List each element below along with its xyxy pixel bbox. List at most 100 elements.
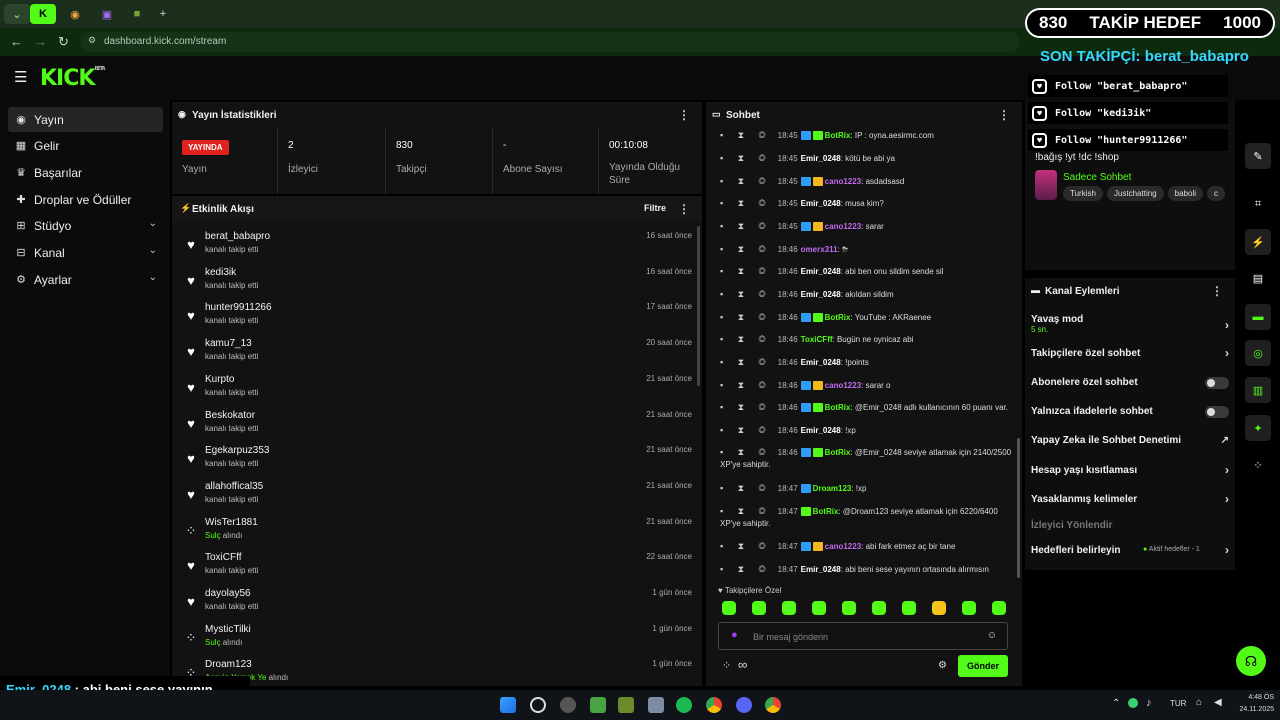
document-icon[interactable]: ▤: [1245, 265, 1271, 291]
tab-kick-icon[interactable]: K: [30, 4, 56, 24]
activity-username[interactable]: Kurpto: [205, 374, 234, 385]
tab-minecraft-icon[interactable]: ■: [124, 4, 150, 24]
url-field[interactable]: ⚙ dashboard.kick.com/stream: [80, 32, 1020, 52]
new-tab-button[interactable]: +: [150, 4, 176, 24]
discord-icon[interactable]: [736, 697, 752, 713]
emoji-icon[interactable]: ☺: [987, 630, 997, 641]
moderation-tools-icon[interactable]: ▪ ⧗ ◎: [720, 564, 772, 574]
age-restriction-item[interactable]: Hesap yaşı kısıtlaması ›: [1031, 463, 1229, 485]
activity-username[interactable]: Beskokator: [205, 410, 255, 421]
chat-username[interactable]: Emir_0248: [801, 154, 841, 163]
moderation-tools-icon[interactable]: ▪ ⧗ ◎: [720, 402, 772, 412]
chrome-icon[interactable]: [765, 697, 781, 713]
chat-username[interactable]: omerx311: [801, 245, 838, 254]
followers-chat-item[interactable]: Takipçilere özel sohbet ›: [1031, 346, 1229, 368]
windows-start-icon[interactable]: [500, 697, 516, 713]
edit-icon[interactable]: ✎: [1245, 143, 1271, 169]
emote-icon[interactable]: [782, 601, 796, 615]
points-icon[interactable]: ⁘: [1245, 452, 1271, 478]
speaker-icon[interactable]: ◀: [1214, 697, 1222, 708]
app-icon[interactable]: [560, 697, 576, 713]
activity-username[interactable]: kamu7_13: [205, 338, 252, 349]
reload-icon[interactable]: ↻: [58, 34, 69, 50]
activity-username[interactable]: Egekarpuz353: [205, 445, 270, 456]
send-button[interactable]: Gönder: [958, 655, 1008, 677]
activity-username[interactable]: hunter9911266: [205, 302, 272, 313]
moderation-tools-icon[interactable]: ▪ ⧗ ◎: [720, 244, 772, 254]
moderation-tools-icon[interactable]: ▪ ⧗ ◎: [720, 483, 772, 493]
site-info-icon[interactable]: ⚙: [88, 35, 96, 46]
forward-icon[interactable]: →: [34, 34, 47, 49]
chat-username[interactable]: BotRix: [825, 313, 851, 322]
crop-icon[interactable]: ⌗: [1245, 191, 1271, 217]
moderation-tools-icon[interactable]: ▪ ⧗ ◎: [720, 176, 772, 186]
search-icon[interactable]: [530, 697, 546, 713]
more-icon[interactable]: ⋮: [678, 202, 690, 216]
emote-icon[interactable]: [992, 601, 1006, 615]
moderation-tools-icon[interactable]: ▪ ⧗ ◎: [720, 153, 772, 163]
chat-username[interactable]: Emir_0248: [801, 426, 841, 435]
slow-mode-item[interactable]: Yavaş mod 5 sn. ›: [1031, 314, 1229, 338]
chat-username[interactable]: cano1223: [825, 177, 861, 186]
emote-icon[interactable]: [962, 601, 976, 615]
sidebar-item-yayin[interactable]: ◉ Yayın: [8, 107, 163, 132]
emote-icon[interactable]: [932, 601, 946, 615]
chevron-up-icon[interactable]: ⌃: [1112, 698, 1120, 709]
chat-username[interactable]: Emir_0248: [801, 565, 841, 574]
chat-username[interactable]: Emir_0248: [801, 290, 841, 299]
moderation-tools-icon[interactable]: ▪ ⧗ ◎: [720, 425, 772, 435]
tab-menu-icon[interactable]: ⌄: [4, 4, 30, 24]
hamburger-menu-icon[interactable]: ☰: [14, 68, 27, 86]
chat-username[interactable]: BotRix: [825, 448, 851, 457]
moderation-tools-icon[interactable]: ▪ ⧗ ◎: [720, 380, 772, 390]
moderation-tools-icon[interactable]: ▪ ⧗ ◎: [720, 506, 772, 516]
tag-chip[interactable]: Turkish: [1063, 186, 1103, 201]
chat-bubble-icon[interactable]: ▬: [1245, 304, 1271, 330]
app-icon[interactable]: [618, 697, 634, 713]
kick-logo[interactable]: KICKBETA: [40, 66, 106, 91]
scrollbar[interactable]: [1017, 438, 1020, 578]
chrome-icon[interactable]: [706, 697, 722, 713]
emote-icon[interactable]: [722, 601, 736, 615]
chat-username[interactable]: BotRix: [825, 131, 851, 140]
chat-username[interactable]: cano1223: [825, 222, 861, 231]
chat-username[interactable]: cano1223: [825, 542, 861, 551]
activity-username[interactable]: berat_babapro: [205, 231, 270, 242]
activity-username[interactable]: kedi3ik: [205, 267, 236, 278]
moderation-tools-icon[interactable]: ▪ ⧗ ◎: [720, 541, 772, 551]
subs-chat-toggle[interactable]: [1205, 377, 1229, 389]
chat-username[interactable]: cano1223: [825, 381, 861, 390]
tab-site-icon[interactable]: ◉: [62, 4, 88, 24]
sidebar-item-droplar[interactable]: ✚ Droplar ve Ödüller: [8, 187, 163, 212]
emote-icon[interactable]: [902, 601, 916, 615]
moderation-tools-icon[interactable]: ▪ ⧗ ◎: [720, 357, 772, 367]
scrollbar[interactable]: [697, 226, 700, 386]
moderation-tools-icon[interactable]: ▪ ⧗ ◎: [720, 334, 772, 344]
lightning-icon[interactable]: ⚡: [1245, 229, 1271, 255]
chat-username[interactable]: ToxiCFff: [801, 335, 833, 344]
goals-item[interactable]: Hedefleri belirleyin ● Aktif hedefler - …: [1031, 543, 1229, 565]
moderation-tools-icon[interactable]: ▪ ⧗ ◎: [720, 312, 772, 322]
moderation-tools-icon[interactable]: ▪ ⧗ ◎: [720, 447, 772, 457]
chat-username[interactable]: BotRix: [813, 507, 839, 516]
chat-username[interactable]: Emir_0248: [801, 267, 841, 276]
layout-icon[interactable]: ▥: [1245, 377, 1271, 403]
minecraft-icon[interactable]: [590, 697, 606, 713]
activity-username[interactable]: MysticTilki: [205, 624, 251, 635]
sidebar-item-basarilar[interactable]: ♛ Başarılar: [8, 160, 163, 185]
emote-icon[interactable]: [842, 601, 856, 615]
moderation-tools-icon[interactable]: ▪ ⧗ ◎: [720, 130, 772, 140]
chat-username[interactable]: Droam123: [813, 484, 852, 493]
tag-chip[interactable]: c: [1207, 186, 1225, 201]
message-input[interactable]: ● Bir mesaj gönderin ☺: [718, 622, 1008, 650]
activity-username[interactable]: WisTer1881: [205, 517, 258, 528]
activity-username[interactable]: dayolay56: [205, 588, 251, 599]
sidebar-item-gelir[interactable]: ▦ Gelir: [8, 133, 163, 158]
activity-username[interactable]: ToxiCFff: [205, 552, 242, 563]
filter-button[interactable]: Filtre: [644, 203, 666, 213]
points-icon[interactable]: ⁘: [722, 659, 731, 672]
emote-icon[interactable]: [812, 601, 826, 615]
wrench-icon[interactable]: ✦: [1245, 415, 1271, 441]
microphone-icon[interactable]: ●: [731, 629, 738, 641]
back-icon[interactable]: ←: [10, 34, 23, 49]
